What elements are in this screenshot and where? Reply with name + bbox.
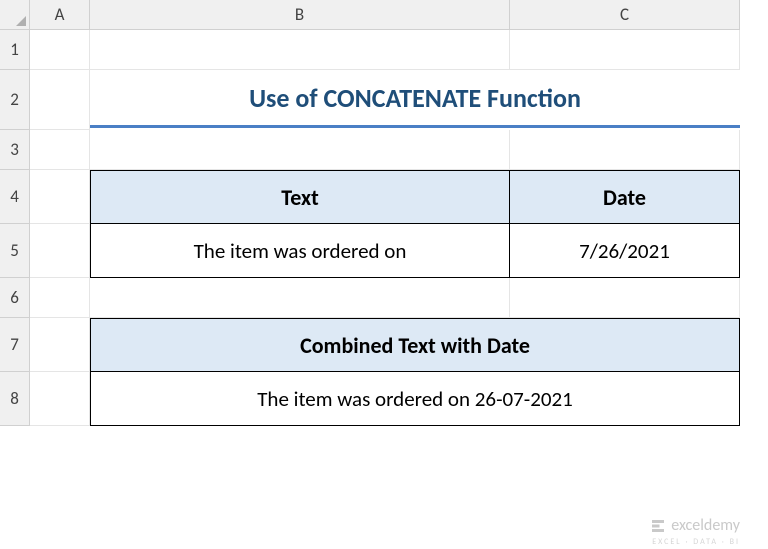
select-all-corner[interactable] xyxy=(0,0,30,30)
row-header-3[interactable]: 3 xyxy=(0,130,30,170)
row-headers: 1 2 3 4 5 6 7 8 xyxy=(0,30,30,426)
table1-header-text[interactable]: Text xyxy=(90,170,510,224)
watermark-icon xyxy=(649,517,667,535)
table2-header[interactable]: Combined Text with Date xyxy=(90,318,740,372)
cell-c3[interactable] xyxy=(510,130,740,170)
cell-a5[interactable] xyxy=(30,224,90,278)
row-header-6[interactable]: 6 xyxy=(0,278,30,318)
cell-b1[interactable] xyxy=(90,30,510,70)
cell-a1[interactable] xyxy=(30,30,90,70)
row-header-5[interactable]: 5 xyxy=(0,224,30,278)
column-headers: A B C xyxy=(30,0,740,30)
column-header-b[interactable]: B xyxy=(90,0,510,30)
column-header-c[interactable]: C xyxy=(510,0,740,30)
cell-a2[interactable] xyxy=(30,70,90,130)
row-header-4[interactable]: 4 xyxy=(0,170,30,224)
cell-a6[interactable] xyxy=(30,278,90,318)
table1-value-date[interactable]: 7/26/2021 xyxy=(509,223,740,278)
cell-a8[interactable] xyxy=(30,372,90,426)
row-header-1[interactable]: 1 xyxy=(0,30,30,70)
cell-a3[interactable] xyxy=(30,130,90,170)
watermark-tagline: EXCEL · DATA · BI xyxy=(652,537,740,547)
cell-b3[interactable] xyxy=(90,130,510,170)
column-header-a[interactable]: A xyxy=(30,0,90,30)
cell-a4[interactable] xyxy=(30,170,90,224)
page-title[interactable]: Use of CONCATENATE Function xyxy=(90,70,740,128)
row-header-2[interactable]: 2 xyxy=(0,70,30,130)
watermark-text: exceldemy xyxy=(671,516,740,535)
cell-c6[interactable] xyxy=(510,278,740,318)
cell-c1[interactable] xyxy=(510,30,740,70)
table1-header-date[interactable]: Date xyxy=(509,170,740,224)
cell-b6[interactable] xyxy=(90,278,510,318)
table1-value-text[interactable]: The item was ordered on xyxy=(90,223,510,278)
table2-value[interactable]: The item was ordered on 26-07-2021 xyxy=(90,371,740,426)
watermark: exceldemy xyxy=(649,516,740,535)
row-header-7[interactable]: 7 xyxy=(0,318,30,372)
row-header-8[interactable]: 8 xyxy=(0,372,30,426)
cell-a7[interactable] xyxy=(30,318,90,372)
